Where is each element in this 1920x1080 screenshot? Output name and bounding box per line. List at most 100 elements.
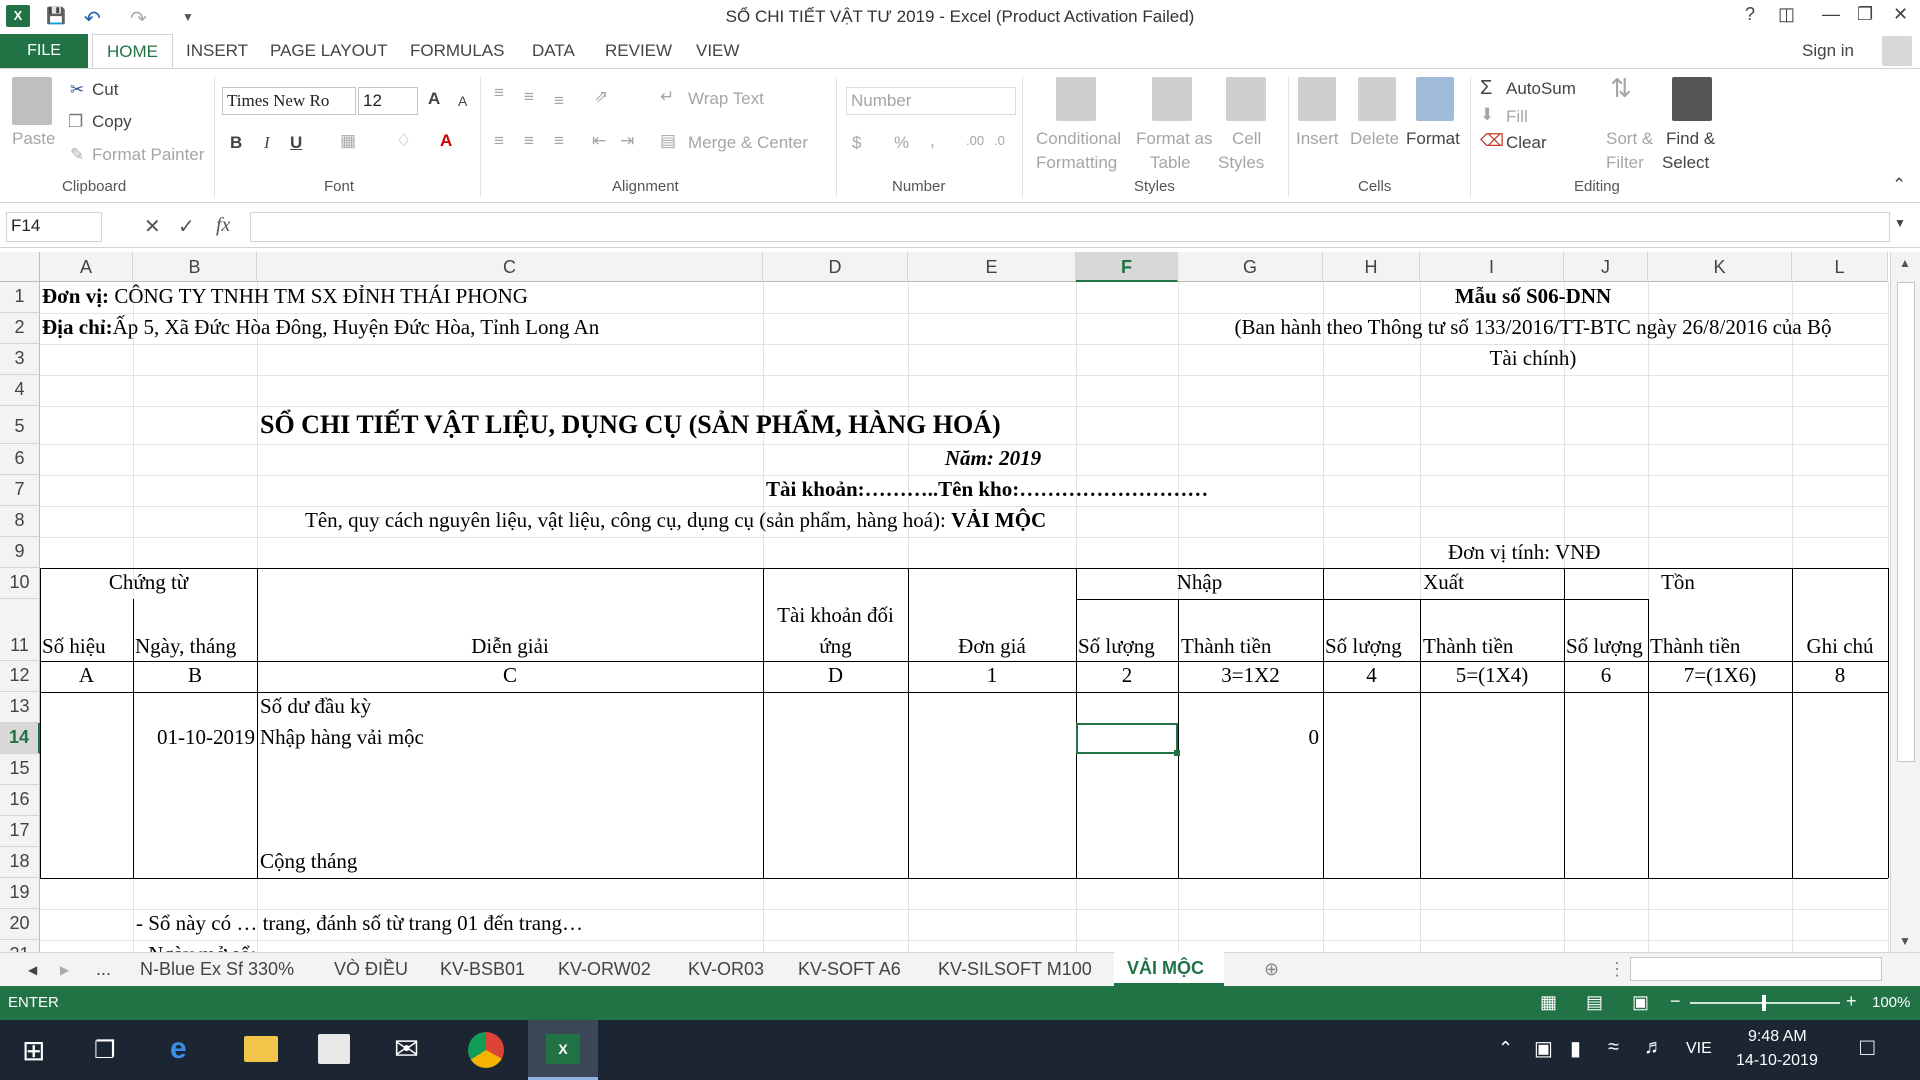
cancel-icon[interactable]: ✕: [144, 214, 161, 239]
insert-cells-button[interactable]: Insert: [1296, 129, 1339, 149]
zoom-level[interactable]: 100%: [1872, 994, 1910, 1011]
row-header[interactable]: 15: [0, 754, 40, 785]
increase-indent-icon[interactable]: ⇥: [620, 131, 634, 151]
row-header[interactable]: 12: [0, 661, 40, 692]
percent-button[interactable]: %: [894, 133, 909, 153]
format-as-table-label-2[interactable]: Table: [1150, 153, 1191, 173]
row-header[interactable]: 13: [0, 692, 40, 723]
page-layout-view-icon[interactable]: ▤: [1586, 992, 1603, 1013]
decrease-decimal-icon[interactable]: .0: [994, 133, 1005, 148]
col-header-h[interactable]: H: [1323, 252, 1420, 282]
align-bottom-icon[interactable]: ≡: [554, 91, 564, 111]
insert-function-button[interactable]: fx: [216, 214, 230, 237]
row-header[interactable]: 4: [0, 375, 40, 406]
decrease-indent-icon[interactable]: ⇤: [592, 131, 606, 151]
col-header-j[interactable]: J: [1564, 252, 1648, 282]
row-header[interactable]: 3: [0, 344, 40, 375]
excel-taskbar-button[interactable]: X: [528, 1020, 598, 1080]
tray-chevron-icon[interactable]: ⌃: [1498, 1038, 1513, 1059]
expand-formula-icon[interactable]: ▼: [1894, 216, 1906, 230]
sort-filter-label-2[interactable]: Filter: [1606, 153, 1644, 173]
conditional-formatting-label-2[interactable]: Formatting: [1036, 153, 1117, 173]
font-name-select[interactable]: Times New Ro: [222, 87, 356, 115]
col-header-c[interactable]: C: [257, 252, 763, 282]
number-format-select[interactable]: Number: [846, 87, 1016, 115]
row-header[interactable]: 20: [0, 909, 40, 940]
borders-icon[interactable]: ▦: [340, 131, 356, 151]
select-all-corner[interactable]: [0, 252, 40, 282]
row-header[interactable]: 7: [0, 475, 40, 506]
delete-cells-button[interactable]: Delete: [1350, 129, 1399, 149]
maximize-button[interactable]: ❐: [1857, 4, 1873, 25]
comma-button[interactable]: ,: [930, 131, 935, 151]
col-header-i[interactable]: I: [1420, 252, 1564, 282]
spreadsheet-grid[interactable]: A B C D E F G H I J K L 1 2 3 4 5 6 7 8 …: [0, 252, 1890, 952]
action-center-icon[interactable]: □: [1860, 1034, 1875, 1062]
sheet-tab-more[interactable]: ...: [96, 959, 111, 980]
fill-button[interactable]: Fill: [1506, 107, 1528, 127]
file-explorer-icon[interactable]: [244, 1036, 278, 1062]
cut-button[interactable]: Cut: [92, 80, 118, 100]
row-header[interactable]: 17: [0, 816, 40, 847]
close-button[interactable]: ✕: [1893, 4, 1908, 25]
zoom-out-icon[interactable]: −: [1670, 991, 1681, 1012]
entry-amount[interactable]: 0: [1178, 725, 1320, 750]
autosum-button[interactable]: AutoSum: [1506, 79, 1576, 99]
row-header[interactable]: 14: [0, 723, 40, 754]
row-header[interactable]: 9: [0, 537, 40, 568]
paste-button[interactable]: Paste: [12, 129, 55, 149]
underline-button[interactable]: U: [290, 133, 302, 153]
tab-formulas[interactable]: FORMULAS: [410, 41, 504, 61]
align-top-icon[interactable]: ≡: [494, 83, 504, 103]
col-header-l[interactable]: L: [1792, 252, 1888, 282]
merge-center-button[interactable]: Merge & Center: [688, 133, 808, 153]
wrap-text-button[interactable]: Wrap Text: [688, 89, 764, 109]
clock-time[interactable]: 9:48 AM: [1748, 1028, 1807, 1046]
row-header[interactable]: 1: [0, 282, 40, 313]
sheet-tab[interactable]: KV-SOFT A6: [798, 959, 901, 980]
entry-description[interactable]: Nhập hàng vải mộc: [260, 725, 424, 750]
format-cells-button[interactable]: Format: [1406, 129, 1460, 149]
sheet-tab[interactable]: VÒ ĐIỀU: [334, 959, 408, 980]
ribbon-display-icon[interactable]: ◫: [1778, 4, 1795, 25]
format-painter-button[interactable]: Format Painter: [92, 145, 204, 165]
increase-decimal-icon[interactable]: .00: [966, 133, 984, 148]
zoom-in-icon[interactable]: +: [1846, 991, 1857, 1012]
sheet-tab[interactable]: KV-OR03: [688, 959, 764, 980]
chrome-icon[interactable]: [468, 1032, 504, 1068]
mail-icon[interactable]: ✉: [394, 1032, 419, 1067]
row-header[interactable]: 10: [0, 568, 40, 599]
tab-file[interactable]: FILE: [0, 34, 88, 68]
battery-icon[interactable]: ▮: [1570, 1036, 1581, 1061]
task-view-icon[interactable]: ❐: [94, 1036, 116, 1065]
tab-split-icon[interactable]: ⋮: [1608, 959, 1626, 980]
formula-input[interactable]: [250, 212, 1890, 242]
edge-icon[interactable]: e: [170, 1032, 187, 1066]
find-select-label-1[interactable]: Find &: [1666, 129, 1715, 149]
name-box[interactable]: F14: [6, 212, 102, 242]
sheet-tab[interactable]: N-Blue Ex Sf 330%: [140, 959, 294, 980]
shrink-font-button[interactable]: A: [458, 93, 467, 109]
enter-icon[interactable]: ✓: [178, 214, 195, 239]
tab-review[interactable]: REVIEW: [605, 41, 672, 61]
volume-icon[interactable]: ♬: [1644, 1036, 1664, 1059]
cell-styles-label-1[interactable]: Cell: [1232, 129, 1261, 149]
copy-button[interactable]: Copy: [92, 112, 132, 132]
sheet-tab[interactable]: KV-ORW02: [558, 959, 651, 980]
tab-data[interactable]: DATA: [532, 41, 575, 61]
sheet-tab[interactable]: KV-BSB01: [440, 959, 525, 980]
active-cell-f14[interactable]: [1076, 723, 1178, 754]
scroll-down-icon[interactable]: ▼: [1899, 934, 1911, 948]
sort-filter-label-1[interactable]: Sort &: [1606, 129, 1653, 149]
clock-date[interactable]: 14-10-2019: [1736, 1052, 1818, 1070]
row-header[interactable]: 16: [0, 785, 40, 816]
prev-sheet-icon[interactable]: ◀: [28, 963, 37, 977]
grow-font-button[interactable]: A: [428, 89, 440, 109]
row-header[interactable]: 18: [0, 847, 40, 878]
zoom-slider-thumb[interactable]: [1762, 995, 1766, 1011]
col-header-e[interactable]: E: [908, 252, 1076, 282]
sheet-tab[interactable]: KV-SILSOFT M100: [938, 959, 1092, 980]
format-as-table-label-1[interactable]: Format as: [1136, 129, 1213, 149]
horizontal-scrollbar[interactable]: [1630, 957, 1882, 981]
fill-handle[interactable]: [1174, 750, 1180, 756]
